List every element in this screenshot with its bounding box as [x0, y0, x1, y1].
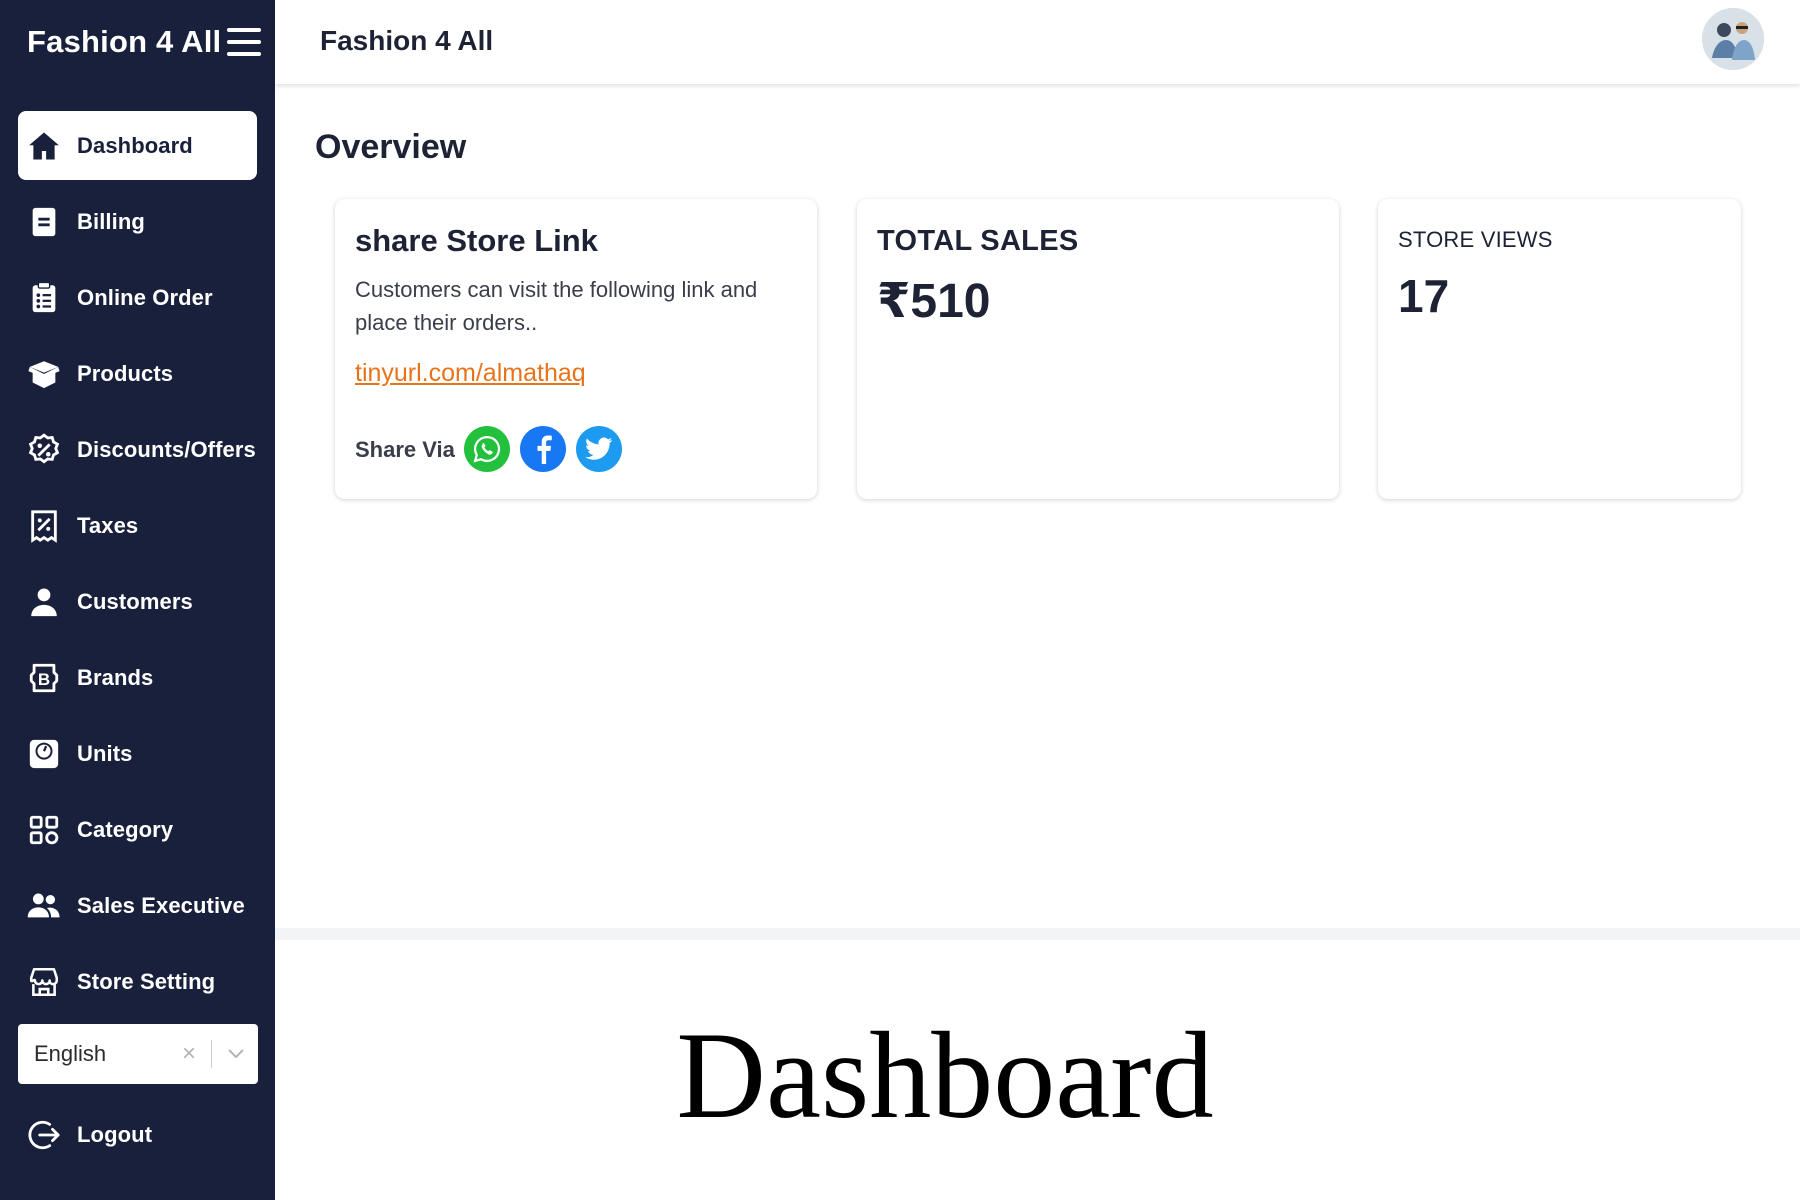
brand-b-icon: B: [20, 654, 68, 702]
sidebar-item-units[interactable]: Units: [18, 719, 257, 788]
sidebar-item-label: Discounts/Offers: [77, 436, 256, 462]
twitter-icon[interactable]: [576, 426, 622, 472]
tax-receipt-icon: [20, 502, 68, 550]
clipboard-icon: [20, 274, 68, 322]
sidebar-item-discounts[interactable]: Discounts/Offers: [18, 415, 257, 484]
clear-icon[interactable]: ×: [175, 1040, 203, 1068]
total-sales-card: TOTAL SALES ₹510: [857, 199, 1339, 499]
menu-toggle-icon[interactable]: [227, 28, 263, 58]
logout-button[interactable]: Logout: [18, 1100, 258, 1170]
sidebar-nav: Dashboard Billing Online Order Products: [0, 111, 275, 1023]
page-title: Fashion 4 All: [320, 25, 494, 56]
logout-label: Logout: [77, 1122, 153, 1147]
user-icon: [20, 578, 68, 626]
chevron-down-icon[interactable]: [220, 1049, 252, 1059]
sidebar-item-label: Brands: [77, 664, 154, 690]
sidebar-item-label: Dashboard: [77, 132, 193, 158]
store-icon: [20, 958, 68, 1006]
avatar[interactable]: [1702, 8, 1764, 70]
sidebar: Fashion 4 All Dashboard Billing Online O…: [0, 0, 275, 1200]
card-description: Customers can visit the following link a…: [355, 277, 758, 335]
sidebar-item-brands[interactable]: B Brands: [18, 643, 257, 712]
share-store-link-card: share Store Link Customers can visit the…: [335, 199, 817, 499]
sidebar-item-label: Taxes: [77, 512, 139, 538]
card-title: STORE VIEWS: [1398, 227, 1553, 252]
sidebar-item-label: Category: [77, 816, 174, 842]
caption-text: Dashboard: [676, 1007, 1214, 1144]
sidebar-item-label: Customers: [77, 588, 193, 614]
users-icon: [20, 882, 68, 930]
scale-icon: [20, 730, 68, 778]
section-heading: Overview: [315, 128, 467, 166]
language-select[interactable]: English ×: [18, 1024, 258, 1084]
total-sales-value: ₹510: [877, 275, 991, 328]
card-title: share Store Link: [355, 223, 598, 258]
home-icon: [20, 122, 68, 170]
sidebar-item-dashboard[interactable]: Dashboard: [18, 111, 257, 180]
sidebar-item-online-order[interactable]: Online Order: [18, 263, 257, 332]
billing-icon: [20, 198, 68, 246]
language-select-value: English: [34, 1041, 107, 1066]
sidebar-item-billing[interactable]: Billing: [18, 187, 257, 256]
store-views-value: 17: [1398, 270, 1450, 322]
box-icon: [20, 350, 68, 398]
store-views-card: STORE VIEWS 17: [1378, 199, 1741, 499]
sidebar-item-label: Billing: [77, 208, 145, 234]
sidebar-item-label: Store Setting: [77, 968, 216, 994]
sidebar-item-store-setting[interactable]: Store Setting: [18, 947, 257, 1016]
sidebar-item-label: Sales Executive: [77, 892, 245, 918]
whatsapp-icon[interactable]: [464, 426, 510, 472]
top-bar: Fashion 4 All: [275, 0, 1800, 84]
sidebar-item-products[interactable]: Products: [18, 339, 257, 408]
section-divider: [275, 928, 1800, 940]
sidebar-item-taxes[interactable]: Taxes: [18, 491, 257, 560]
logout-icon: [20, 1111, 68, 1159]
sidebar-item-category[interactable]: Category: [18, 795, 257, 864]
card-title: TOTAL SALES: [877, 225, 1079, 257]
select-separator: [211, 1040, 212, 1068]
share-via-label: Share Via: [355, 437, 455, 462]
sidebar-item-customers[interactable]: Customers: [18, 567, 257, 636]
sidebar-item-label: Units: [77, 740, 133, 766]
brand-title: Fashion 4 All: [27, 24, 222, 59]
facebook-icon[interactable]: [520, 426, 566, 472]
sidebar-item-label: Products: [77, 360, 174, 386]
store-link[interactable]: tinyurl.com/almathaq: [355, 359, 586, 388]
svg-text:B: B: [38, 670, 50, 689]
sidebar-item-sales-executive[interactable]: Sales Executive: [18, 871, 257, 940]
discount-badge-icon: [20, 426, 68, 474]
category-grid-icon: [20, 806, 68, 854]
sidebar-item-label: Online Order: [77, 284, 213, 310]
